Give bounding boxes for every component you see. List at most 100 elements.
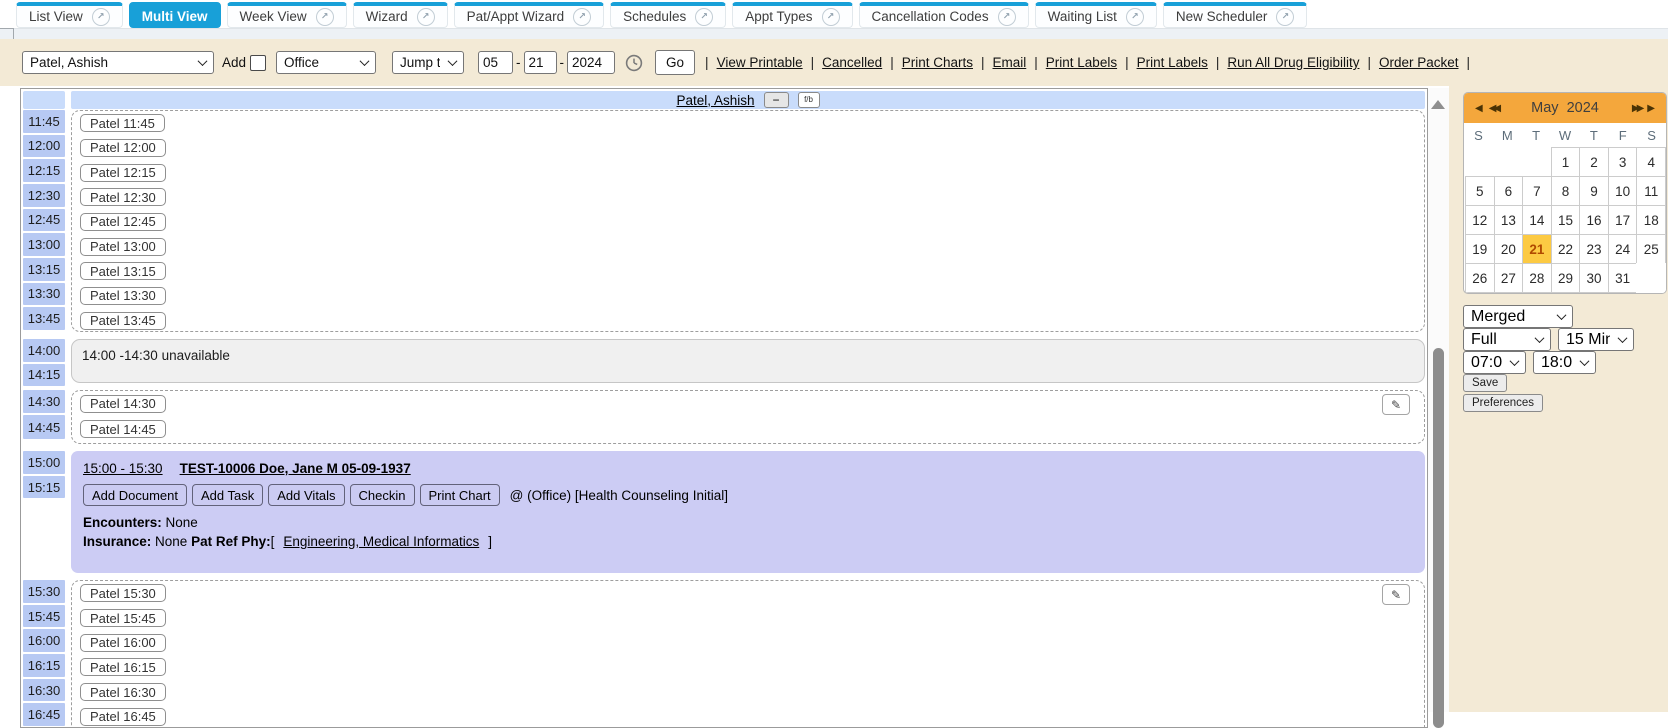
size-select[interactable]: Full	[1463, 328, 1551, 351]
scroll-up-arrow[interactable]	[1431, 100, 1445, 109]
slot-button-patel-16-15[interactable]: Patel 16:15	[80, 658, 166, 676]
start-time-select[interactable]: 07:00	[1463, 351, 1526, 374]
calendar-day[interactable]: 18	[1636, 205, 1666, 235]
provider-select[interactable]: Patel, Ashish	[22, 51, 214, 74]
slot-button-patel-13-30[interactable]: Patel 13:30	[80, 287, 166, 305]
calendar-day[interactable]: 15	[1551, 205, 1581, 235]
jump-to-select[interactable]: Jump to	[392, 51, 464, 74]
prev-month-arrow[interactable]: ◀	[1475, 103, 1483, 114]
slot-button-patel-15-30[interactable]: Patel 15:30	[80, 584, 166, 602]
calendar-day[interactable]: 24	[1608, 234, 1638, 264]
interval-select[interactable]: 15 Min.	[1558, 328, 1634, 351]
referring-physician-link[interactable]: Engineering, Medical Informatics	[283, 534, 479, 549]
external-link-icon[interactable]: ↗	[92, 8, 110, 26]
calendar-day[interactable]: 7	[1522, 176, 1552, 206]
toolbar-link-email[interactable]: Email	[993, 55, 1027, 70]
prev-year-arrow[interactable]: ◀◀	[1489, 103, 1498, 114]
calendar-day[interactable]: 11	[1636, 176, 1666, 206]
slot-button-patel-15-45[interactable]: Patel 15:45	[80, 609, 166, 627]
slot-button-patel-11-45[interactable]: Patel 11:45	[80, 114, 165, 132]
calendar-day[interactable]: 1	[1551, 147, 1581, 177]
toolbar-link-cancelled[interactable]: Cancelled	[822, 55, 882, 70]
calendar-day[interactable]: 19	[1465, 234, 1495, 264]
toolbar-link-order-packet[interactable]: Order Packet	[1379, 55, 1459, 70]
slot-button-patel-12-45[interactable]: Patel 12:45	[80, 213, 166, 231]
clock-icon[interactable]	[625, 54, 643, 72]
calendar-day[interactable]: 6	[1494, 176, 1524, 206]
calendar-day[interactable]: 29	[1551, 263, 1581, 293]
date-day-input[interactable]	[524, 51, 557, 74]
facility-select[interactable]: Office	[276, 51, 376, 74]
calendar-day[interactable]: 30	[1579, 263, 1609, 293]
tab-waiting-list[interactable]: Waiting List↗	[1035, 2, 1157, 28]
save-button[interactable]: Save	[1463, 374, 1507, 392]
checkin-button[interactable]: Checkin	[350, 484, 415, 506]
external-link-icon[interactable]: ↗	[1276, 8, 1294, 26]
edit-availability-button[interactable]: ✎	[1382, 584, 1410, 605]
slot-button-patel-13-00[interactable]: Patel 13:00	[80, 238, 166, 256]
calendar-day[interactable]: 28	[1522, 263, 1552, 293]
calendar-day[interactable]: 22	[1551, 234, 1581, 264]
preferences-button[interactable]: Preferences	[1463, 394, 1543, 412]
go-button[interactable]: Go	[655, 50, 695, 75]
tab-schedules[interactable]: Schedules↗	[610, 2, 726, 28]
tab-appt-types[interactable]: Appt Types↗	[732, 2, 852, 28]
calendar-day[interactable]: 16	[1579, 205, 1609, 235]
tab-week-view[interactable]: Week View↗	[227, 2, 347, 28]
add-document-button[interactable]: Add Document	[83, 484, 187, 506]
slot-button-patel-12-00[interactable]: Patel 12:00	[80, 139, 166, 157]
calendar-day[interactable]: 9	[1579, 176, 1609, 206]
slot-button-patel-14-45[interactable]: Patel 14:45	[80, 420, 166, 438]
toolbar-link-run-all-drug-eligibility[interactable]: Run All Drug Eligibility	[1227, 55, 1359, 70]
date-month-input[interactable]	[478, 51, 513, 74]
tab-new-scheduler[interactable]: New Scheduler↗	[1163, 2, 1308, 28]
next-month-arrow[interactable]: ▶	[1647, 103, 1655, 114]
calendar-day[interactable]: 26	[1465, 263, 1495, 293]
calendar-day[interactable]: 17	[1608, 205, 1638, 235]
print-chart-button[interactable]: Print Chart	[420, 484, 500, 506]
calendar-day[interactable]: 10	[1608, 176, 1638, 206]
tab-wizard[interactable]: Wizard↗	[353, 2, 448, 28]
external-link-icon[interactable]: ↗	[998, 8, 1016, 26]
patient-link[interactable]: TEST-10006 Doe, Jane M 05-09-1937	[180, 461, 411, 476]
date-year-input[interactable]	[567, 51, 615, 74]
calendar-day[interactable]: 12	[1465, 205, 1495, 235]
appointment-time-link[interactable]: 15:00 - 15:30	[83, 461, 163, 476]
provider-header-link[interactable]: Patel, Ashish	[676, 93, 754, 108]
end-time-select[interactable]: 18:00	[1533, 351, 1596, 374]
next-year-arrow[interactable]: ▶▶	[1632, 103, 1641, 114]
calendar-day[interactable]: 3	[1608, 147, 1638, 177]
calendar-day[interactable]: 31	[1608, 263, 1638, 293]
calendar-day[interactable]: 5	[1465, 176, 1495, 206]
external-link-icon[interactable]: ↗	[822, 8, 840, 26]
add-checkbox[interactable]	[250, 55, 266, 71]
toolbar-link-print-labels[interactable]: Print Labels	[1046, 55, 1117, 70]
slot-button-patel-12-30[interactable]: Patel 12:30	[80, 188, 166, 206]
calendar-day[interactable]: 4	[1636, 147, 1666, 177]
calendar-day[interactable]: 27	[1494, 263, 1524, 293]
scrollbar-thumb[interactable]	[1433, 348, 1444, 728]
slot-button-patel-16-45[interactable]: Patel 16:45	[80, 708, 166, 726]
calendar-day[interactable]: 25	[1636, 234, 1666, 264]
view-mode-select[interactable]: Merged	[1463, 305, 1573, 328]
tab-cancellation-codes[interactable]: Cancellation Codes↗	[859, 2, 1029, 28]
calendar-day[interactable]: 8	[1551, 176, 1581, 206]
slot-button-patel-16-30[interactable]: Patel 16:30	[80, 683, 166, 701]
slot-button-patel-16-00[interactable]: Patel 16:00	[80, 634, 166, 652]
toolbar-link-print-charts[interactable]: Print Charts	[902, 55, 973, 70]
tab-multi-view[interactable]: Multi View	[129, 2, 221, 28]
add-vitals-button[interactable]: Add Vitals	[268, 484, 344, 506]
external-link-icon[interactable]: ↗	[573, 8, 591, 26]
fb-toggle-button[interactable]: f/b	[798, 92, 820, 108]
toolbar-link-view-printable[interactable]: View Printable	[717, 55, 803, 70]
add-task-button[interactable]: Add Task	[192, 484, 263, 506]
calendar-day[interactable]: 2	[1579, 147, 1609, 177]
external-link-icon[interactable]: ↗	[1126, 8, 1144, 26]
tab-list-view[interactable]: List View↗	[16, 2, 123, 28]
external-link-icon[interactable]: ↗	[316, 8, 334, 26]
external-link-icon[interactable]: ↗	[695, 8, 713, 26]
calendar-day[interactable]: 13	[1494, 205, 1524, 235]
toolbar-link-print-labels[interactable]: Print Labels	[1137, 55, 1208, 70]
calendar-day[interactable]: 14	[1522, 205, 1552, 235]
slot-button-patel-13-45[interactable]: Patel 13:45	[80, 312, 166, 330]
